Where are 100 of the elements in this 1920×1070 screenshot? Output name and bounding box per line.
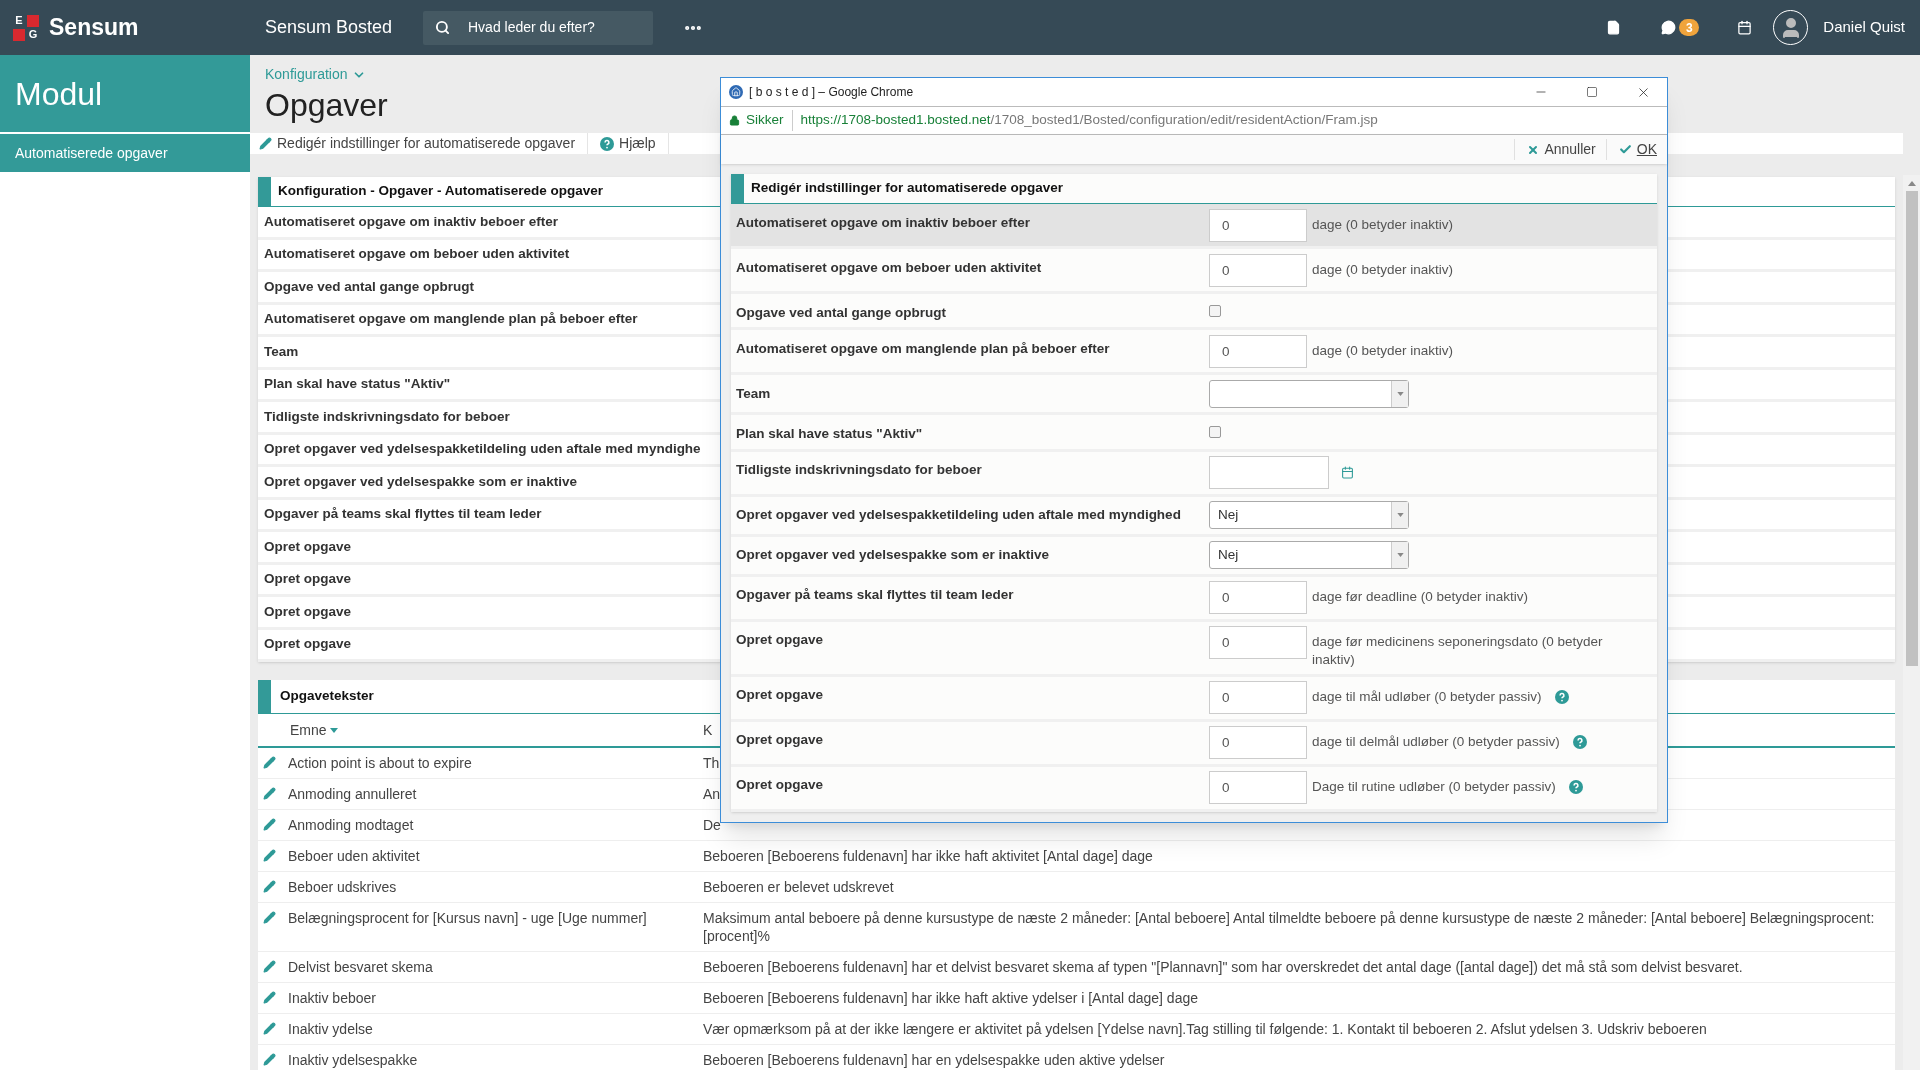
- edit-icon[interactable]: [263, 849, 276, 862]
- help-icon[interactable]: [1572, 735, 1587, 749]
- number-field[interactable]: 0: [1209, 681, 1307, 714]
- caret-icon: [1396, 513, 1404, 517]
- setting-label: Opret opgave: [264, 602, 352, 621]
- setting-label: Opgave ved antal gange opbrugt: [264, 277, 475, 296]
- field-label: Opret opgave: [735, 776, 825, 794]
- field-label: Automatiseret opgave om manglende plan på beboer efter: [735, 339, 1111, 358]
- field-label: Opret opgave: [735, 731, 825, 749]
- checkbox[interactable]: [1209, 425, 1221, 438]
- table-cell: Beboeren [Beboerens fuldenavn] har en ydelsespakke uden aktive ydelser: [703, 1052, 1165, 1068]
- module-header: Modul: [0, 55, 250, 132]
- browser-logo-icon: [729, 85, 743, 99]
- form-title: Redigér indstillinger for automatiserede opgaver: [750, 179, 1064, 198]
- panel-title: Konfiguration - Opgaver - Automatiserede opgaver: [277, 182, 604, 201]
- field-label: Automatiseret opgave om inaktiv beboer efter: [735, 213, 1032, 232]
- scroll-up-icon[interactable]: [1907, 181, 1916, 186]
- field-hint: dage (0 betyder inaktiv): [1312, 260, 1454, 279]
- edit-icon[interactable]: [263, 991, 276, 1004]
- table-cell: Inaktiv beboer: [288, 989, 376, 1007]
- field-label: Opgave ved antal gange opbrugt: [735, 303, 948, 322]
- number-field[interactable]: 0: [1209, 726, 1307, 759]
- number-field[interactable]: 0: [1209, 581, 1307, 614]
- address-bar[interactable]: Sikker https://1708-bosted1.bosted.net/1708_bosted1/Bosted/configuration/edit/residentAction/Fram.jsp: [721, 106, 1667, 135]
- setting-label: Opgaver på teams skal flyttes til team leder: [264, 505, 542, 524]
- edit-icon[interactable]: [263, 756, 276, 769]
- dropdown[interactable]: Nej: [1209, 541, 1409, 569]
- number-field[interactable]: 0: [1209, 334, 1307, 368]
- sort-icon: [329, 727, 338, 733]
- check-icon: [1618, 143, 1632, 156]
- cancel-button[interactable]: Annuller: [1527, 139, 1596, 160]
- dropdown[interactable]: Nej: [1209, 501, 1409, 529]
- maximize-icon[interactable]: [1586, 86, 1598, 98]
- table-cell: Inaktiv ydelsespakke: [288, 1051, 418, 1069]
- table-cell: Maksimum antal beboere på denne kursustype de næste 2 måneder: [Antal beboere] Antal tilmeldte beboere på denne kursustype de næste 2 måneder: [Antal beboere] Belægningsprocent: [procent]%: [703, 910, 1875, 944]
- table-cell: Beboer udskrives: [288, 878, 397, 896]
- user-name[interactable]: Daniel Quist: [1823, 16, 1905, 39]
- setting-label: Automatiseret opgave om beboer uden aktivitet: [264, 245, 570, 264]
- search-field[interactable]: Hvad leder du efter?: [423, 10, 653, 45]
- setting-label: Automatiseret opgave om manglende plan på beboer efter: [264, 310, 638, 329]
- edit-icon[interactable]: [263, 787, 276, 800]
- field-hint: dage (0 betyder inaktiv): [1312, 341, 1454, 360]
- document-icon[interactable]: [1606, 20, 1622, 35]
- field-hint: Dage til rutine udløber (0 betyder passiv): [1312, 778, 1556, 796]
- caret-icon: [1396, 553, 1404, 557]
- table-cell: Beboeren [Beboerens fuldenavn] har ikke haft aktivitet [Antal dage] dage: [703, 848, 1153, 864]
- edit-icon[interactable]: [263, 1053, 276, 1066]
- edit-icon[interactable]: [263, 911, 276, 924]
- ok-button[interactable]: OK: [1618, 139, 1657, 160]
- edit-icon[interactable]: [263, 880, 276, 893]
- field-hint: dage (0 betyder inaktiv): [1312, 215, 1454, 234]
- table-cell: Anmoding modtaget: [288, 816, 414, 834]
- edit-button[interactable]: Redigér indstillinger for automatiserede opgaver: [259, 133, 576, 154]
- column-header[interactable]: Emne: [290, 719, 338, 741]
- date-field[interactable]: [1209, 456, 1329, 489]
- secure-label: Sikker: [746, 110, 793, 131]
- table-cell: Beboeren er belevet udskrevet: [703, 879, 894, 895]
- table-cell: Vær opmærksom på at der ikke længere er aktivitet på ydelsen [Ydelse navn].Tag stilling til følgende: 1. Kontakt til beboeren 2. Afslut ydelsen 3. Udskriv beboeren: [703, 1021, 1707, 1037]
- number-field[interactable]: 0: [1209, 771, 1307, 804]
- edit-icon[interactable]: [263, 1022, 276, 1035]
- setting-label: Plan skal have status "Aktiv": [264, 375, 451, 394]
- table-cell: Inaktiv ydelse: [288, 1020, 373, 1038]
- help-icon[interactable]: [1568, 780, 1583, 794]
- number-field[interactable]: 0: [1209, 208, 1307, 242]
- column-header[interactable]: K: [703, 719, 713, 741]
- help-icon[interactable]: [1554, 690, 1569, 704]
- pencil-icon: [259, 137, 272, 150]
- table-cell: Th: [703, 755, 720, 771]
- setting-label: Team: [264, 342, 299, 361]
- setting-label: Opret opgaver ved ydelsespakke som er inaktive: [264, 472, 577, 491]
- edit-icon[interactable]: [263, 818, 276, 831]
- checkbox[interactable]: [1209, 304, 1221, 317]
- app-title: Sensum Bosted: [265, 16, 394, 39]
- number-field[interactable]: 0: [1209, 253, 1307, 287]
- caret-icon: [1396, 391, 1404, 396]
- table-cell: De: [703, 817, 721, 833]
- field-hint: dage før medicinens seponeringsdato (0 betyder inaktiv): [1312, 633, 1604, 669]
- dropdown[interactable]: [1209, 379, 1409, 408]
- setting-label: Opret opgaver ved ydelsespakketildeling uden aftale med myndighe: [264, 440, 701, 459]
- window-title: [ b o s t e d ] – Google Chrome: [749, 84, 914, 101]
- number-field[interactable]: 0: [1209, 626, 1307, 659]
- help-button[interactable]: Hjælp: [600, 133, 656, 154]
- field-label: Opret opgave: [735, 631, 825, 649]
- field-hint: dage før deadline (0 betyder inaktiv): [1312, 588, 1529, 606]
- table-cell: Anmoding annulleret: [288, 785, 417, 803]
- field-label: Automatiseret opgave om beboer uden aktivitet: [735, 258, 1043, 277]
- table-cell: An: [703, 786, 721, 802]
- table-cell: Belægningsprocent for [Kursus navn] - uge [Uge nummer]: [288, 909, 647, 927]
- chat-icon[interactable]: [1661, 20, 1677, 35]
- field-hint: dage til delmål udløber (0 betyder passiv): [1312, 733, 1560, 751]
- field-label: Plan skal have status "Aktiv": [735, 424, 924, 443]
- table-cell: Beboeren [Beboerens fuldenavn] har ikke haft aktive ydelser i [Antal dage] dage: [703, 990, 1198, 1006]
- scrollbar[interactable]: [1903, 175, 1920, 1070]
- table-cell: Delvist besvaret skema: [288, 958, 433, 976]
- notification-badge: 3: [1679, 19, 1700, 36]
- edit-icon[interactable]: [263, 960, 276, 973]
- help-icon[interactable]: [600, 136, 615, 151]
- field-label: Team: [735, 384, 772, 403]
- setting-label: Opret opgave: [264, 635, 352, 654]
- setting-label: Automatiseret opgave om inaktiv beboer efter: [264, 212, 559, 231]
